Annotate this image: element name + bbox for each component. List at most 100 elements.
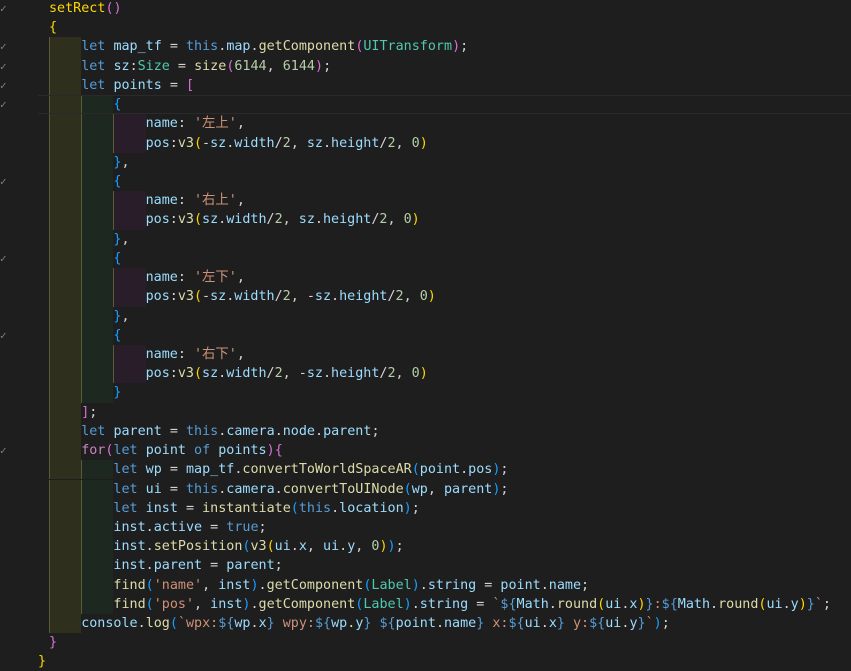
code-token: points <box>218 443 267 459</box>
code-token: ) <box>798 596 807 612</box>
code-token: getComponent <box>266 577 364 593</box>
code-line[interactable]: inst.active = true; <box>38 518 851 537</box>
code-line[interactable]: name: '左上', <box>38 114 851 133</box>
code-line[interactable]: }, <box>38 307 851 326</box>
code-token: = <box>161 481 186 497</box>
code-line[interactable]: find('name', inst).getComponent(Label).s… <box>38 576 851 595</box>
code-token: ${ <box>379 616 396 632</box>
fold-chevron-icon[interactable]: ✓ <box>0 60 12 73</box>
code-token: height <box>322 212 372 228</box>
code-token: ` <box>814 596 823 612</box>
code-token: , <box>387 212 404 228</box>
code-line[interactable]: for(let point of points){ <box>38 441 851 460</box>
code-token: ) <box>427 289 436 305</box>
code-line[interactable]: let points = [ <box>38 76 851 95</box>
code-line[interactable]: }, <box>38 153 851 172</box>
code-line[interactable]: ]; <box>38 403 851 422</box>
code-token: pos <box>145 289 170 305</box>
code-token: inst <box>113 539 146 555</box>
code-token: { <box>49 20 58 36</box>
code-editor[interactable]: ✓ ✓ ✓ ✓ ✓ ✓ ✓ ✓ ✓ setRect(){let map_tf = this.ma… <box>0 0 851 671</box>
code-token: , - <box>290 289 315 305</box>
fold-chevron-icon[interactable]: ✓ <box>0 99 12 111</box>
code-line[interactable]: let map_tf = this.map.getComponent(UITra… <box>38 37 851 56</box>
code-line[interactable]: let parent = this.camera.node.parent; <box>38 422 851 441</box>
code-token: pos <box>145 135 170 151</box>
code-line[interactable]: { <box>38 326 851 345</box>
code-line[interactable]: inst.setPosition(v3(ui.x, ui.y, 0)); <box>38 537 851 556</box>
code-token: point <box>419 462 461 478</box>
code-token: v3 <box>177 366 194 382</box>
code-line-text: name: '右下', <box>146 345 245 364</box>
code-line[interactable]: pos:v3(-sz.width/2, -sz.height/2, 0) <box>38 287 851 306</box>
code-token: / <box>387 289 396 305</box>
code-line-text: find('name', inst).getComponent(Label).s… <box>113 576 589 595</box>
code-token: ( <box>266 539 275 555</box>
code-token: map <box>226 39 251 55</box>
code-line[interactable]: { <box>38 18 851 37</box>
code-token: : <box>177 270 194 286</box>
code-line-text: find('pos', inst).getComponent(Label).st… <box>113 595 831 614</box>
fold-chevron-icon[interactable]: ✓ <box>0 329 12 342</box>
code-token: { <box>113 173 122 189</box>
code-token: , <box>306 539 324 555</box>
code-line[interactable]: let ui = this.camera.convertToUINode(wp,… <box>38 480 851 499</box>
code-line[interactable]: let wp = map_tf.convertToWorldSpaceAR(po… <box>38 460 851 479</box>
code-line[interactable]: let inst = instantiate(this.location); <box>38 499 851 518</box>
code-token: ; <box>89 404 98 420</box>
code-token: parent <box>153 558 203 574</box>
code-token: ( <box>169 616 178 632</box>
fold-chevron-icon[interactable]: ✓ <box>0 3 12 15</box>
code-token: v3 <box>177 212 194 228</box>
code-line[interactable]: } <box>38 383 851 402</box>
code-line[interactable]: pos:v3(sz.width/2, sz.height/2, 0) <box>38 210 851 229</box>
code-line[interactable]: setRect() <box>38 0 851 18</box>
code-line-text: { <box>113 172 121 191</box>
fold-chevron-icon[interactable]: ✓ <box>0 252 12 265</box>
code-token: , <box>236 193 245 209</box>
code-line[interactable]: name: '左下', <box>38 268 851 287</box>
code-token: parent <box>226 558 275 574</box>
code-token: ( <box>145 596 154 612</box>
code-token: ${ <box>589 616 606 632</box>
code-token: size <box>194 58 227 74</box>
code-token: sz <box>314 289 332 305</box>
code-token: let <box>113 481 146 497</box>
fold-chevron-icon[interactable]: ✓ <box>0 41 12 53</box>
code-token: of <box>186 443 219 459</box>
code-line[interactable]: name: '右上', <box>38 191 851 210</box>
fold-chevron-icon[interactable]: ✓ <box>0 175 12 188</box>
code-line-text: console.log(`wpx:${wp.x} wpy:${wp.y} ${p… <box>81 614 670 633</box>
code-line[interactable]: { <box>38 95 851 114</box>
code-line[interactable]: } <box>38 652 851 671</box>
code-token: sz <box>306 135 323 151</box>
code-line[interactable]: console.log(`wpx:${wp.x} wpy:${wp.y} ${p… <box>38 614 851 633</box>
code-line[interactable]: { <box>38 249 851 268</box>
code-token: = <box>169 58 195 74</box>
code-token: string <box>419 596 469 612</box>
code-line[interactable]: }, <box>38 230 851 249</box>
code-line[interactable]: pos:v3(sz.width/2, -sz.height/2, 0) <box>38 364 851 383</box>
code-line-text: }, <box>113 153 129 172</box>
code-token: , <box>236 270 245 286</box>
code-token: sz <box>210 289 227 305</box>
code-token: name <box>145 346 178 362</box>
code-token: ) <box>637 596 646 612</box>
code-line[interactable]: let sz:Size = size(6144, 6144); <box>38 57 851 76</box>
code-token: wp <box>234 616 251 632</box>
code-token: , <box>395 366 412 382</box>
code-token: 2 <box>395 289 404 305</box>
code-line[interactable]: name: '右下', <box>38 345 851 364</box>
code-token: , <box>282 212 299 228</box>
code-token: this <box>186 423 219 439</box>
code-line[interactable]: { <box>38 172 851 191</box>
code-line[interactable]: } <box>38 633 851 652</box>
code-line[interactable]: find('pos', inst).getComponent(Label).st… <box>38 595 851 614</box>
fold-chevron-icon[interactable]: ✓ <box>0 79 12 92</box>
code-line-text: pos:v3(-sz.width/2, -sz.height/2, 0) <box>146 287 436 306</box>
fold-chevron-icon[interactable]: ✓ <box>0 445 12 457</box>
code-line[interactable]: pos:v3(-sz.width/2, sz.height/2, 0) <box>38 134 851 153</box>
code-token: . <box>460 462 469 478</box>
code-line-text: } <box>38 652 46 671</box>
code-line[interactable]: inst.parent = parent; <box>38 556 851 575</box>
